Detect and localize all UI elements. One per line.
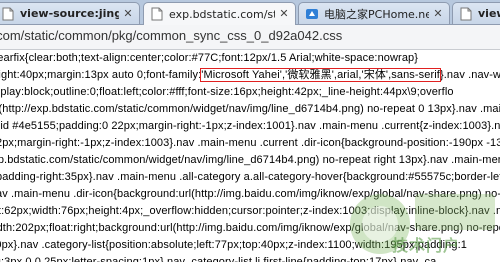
source-view: .clearfix{clear:both;text-align:center;c… <box>0 50 500 262</box>
source-line: exp.bdstatic.com/static/common/widget/na… <box>0 154 500 166</box>
tab-view-source[interactable]: view-source:jingyan ✕ <box>0 2 140 24</box>
close-icon[interactable]: ✕ <box>121 7 135 21</box>
source-line: -nav .main-menu .dir-icon{background:url… <box>0 188 500 200</box>
source-line: .clearfix{clear:both;text-align:center;c… <box>0 52 419 64</box>
close-icon[interactable]: ✕ <box>431 7 445 21</box>
page-icon <box>150 7 164 21</box>
watermark-text: 技术门户 <box>392 236 461 255</box>
tab-view[interactable]: view <box>452 2 500 24</box>
tab-pchome[interactable]: 电脑之家PCHome.ne ✕ <box>298 2 450 24</box>
highlight-prefix: height:40px;margin:13px auto 0;font-fami… <box>0 69 202 81</box>
source-line: b{padding-right:35px}.nav .main-menu .al… <box>0 171 500 183</box>
source-line: url(http://exp.bdstatic.com/static/commo… <box>0 103 500 115</box>
pchome-icon <box>305 7 319 21</box>
url-text[interactable]: c.com/static/common/pkg/common_sync_css_… <box>0 28 342 43</box>
address-bar[interactable]: c.com/static/common/pkg/common_sync_css_… <box>0 25 500 50</box>
tab-bdstatic[interactable]: exp.bdstatic.com/stati ✕ <box>143 2 296 25</box>
tab-strip: view-source:jingyan ✕ exp.bdstatic.com/s… <box>0 0 500 25</box>
close-icon[interactable]: ✕ <box>277 7 291 21</box>
source-line-highlighted: height:40px;margin:13px auto 0;font-fami… <box>0 67 500 84</box>
source-line: -22px;margin-right:-1px;z-index:1003}.na… <box>0 137 500 149</box>
source-line: left:62px;width:76px;height:4px;_overflo… <box>0 205 500 217</box>
source-line: solid #4e5155;padding:0 22px;margin-righ… <box>0 120 500 132</box>
highlight-suffix: }.nav .nav-wrap{width: <box>439 69 500 81</box>
tab-title: view-source:jingyan <box>20 7 119 20</box>
font-family-highlight: 'Microsoft Yahei','微软雅黑',arial,'宋体',sans… <box>200 68 441 82</box>
tab-title: 电脑之家PCHome.ne <box>324 7 429 21</box>
tab-title: exp.bdstatic.com/stati <box>169 7 275 21</box>
tab-title: view <box>478 7 500 20</box>
page-icon <box>1 7 15 21</box>
page-icon <box>459 7 473 21</box>
url-value: c.com/static/common/pkg/common_sync_css_… <box>0 28 343 43</box>
source-line: display:block;outline:0;float:left;color… <box>0 86 454 98</box>
source-line: ing:3px 0 0 25px;letter-spacing:1px}.nav… <box>0 256 437 262</box>
